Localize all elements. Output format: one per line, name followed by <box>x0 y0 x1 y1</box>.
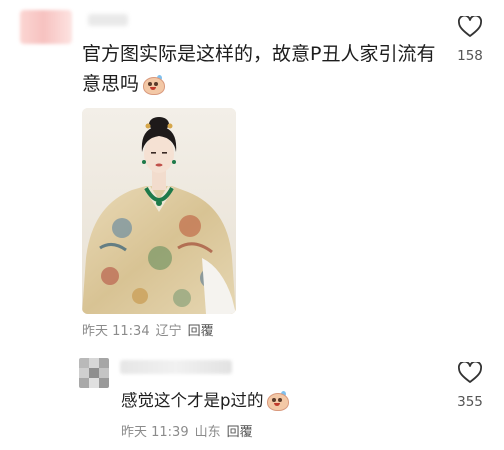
heart-outline-icon <box>458 14 482 37</box>
sweat-smile-emoji-icon <box>266 389 290 411</box>
like-button[interactable]: 158 <box>452 14 488 64</box>
avatar[interactable] <box>79 358 109 388</box>
comment-location: 辽宁 <box>155 324 182 339</box>
comment-meta: 昨天 11:34 辽宁 回覆 <box>82 320 214 339</box>
sweat-smile-emoji-icon <box>142 73 166 95</box>
comment-text: 官方图实际是这样的，故意P丑人家引流有意思吗 <box>82 43 436 95</box>
reply-button[interactable]: 回覆 <box>188 324 214 339</box>
comment-thread: 官方图实际是这样的，故意P丑人家引流有意思吗 昨天 11:34 辽宁 回覆 15… <box>0 0 504 450</box>
like-count: 158 <box>457 48 483 64</box>
reply-button[interactable]: 回覆 <box>227 425 253 440</box>
comment-image[interactable] <box>82 108 236 314</box>
username-blurred[interactable] <box>120 360 232 374</box>
comment-time: 昨天 11:34 <box>82 324 150 339</box>
comment-text: 感觉这个才是p过的 <box>121 388 290 414</box>
like-count: 355 <box>457 394 483 410</box>
heart-outline-icon <box>458 360 482 383</box>
comment-meta: 昨天 11:39 山东 回覆 <box>121 421 253 440</box>
comment-time: 昨天 11:39 <box>121 425 189 440</box>
username-blurred[interactable] <box>88 14 128 26</box>
like-button[interactable]: 355 <box>452 360 488 410</box>
avatar[interactable] <box>20 10 72 44</box>
comment-location: 山东 <box>194 425 221 440</box>
